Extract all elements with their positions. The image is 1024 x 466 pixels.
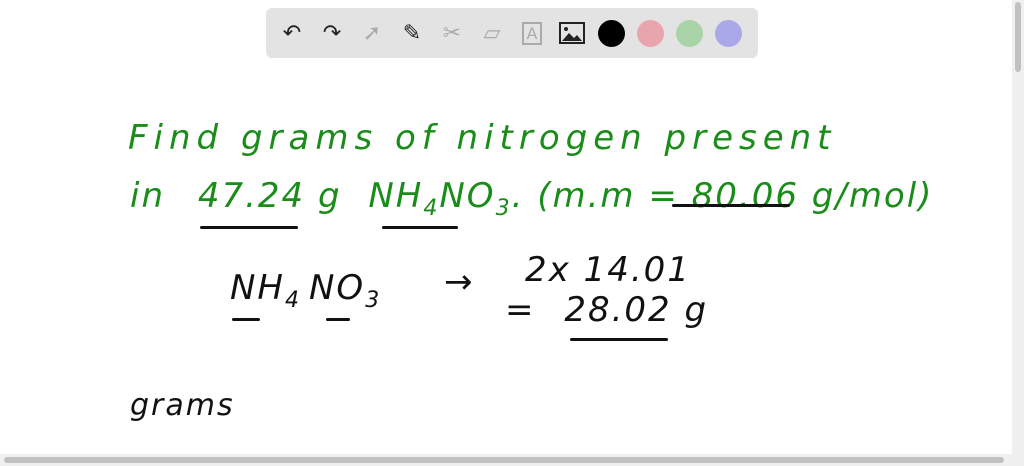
underline-mass <box>200 226 298 229</box>
equals: = <box>505 290 536 330</box>
text-unit: /mol) <box>835 176 934 216</box>
sub-3: 3 <box>495 195 512 221</box>
text-in: in <box>130 176 165 216</box>
underline-n2 <box>326 318 350 321</box>
text-nh: NH <box>368 176 424 216</box>
horizontal-scroll-thumb[interactable] <box>4 457 1004 463</box>
calc-line-1: 2x 14.01 <box>525 250 691 290</box>
nitrogen-mass: 28.02 <box>564 290 672 330</box>
underline-result <box>570 338 668 341</box>
bottom-text: grams <box>130 388 235 423</box>
underline-molar-mass <box>672 204 790 207</box>
molar-mass: 80.06 g <box>691 176 836 216</box>
underline-nh4 <box>382 226 458 229</box>
text-icon[interactable]: A <box>518 19 546 47</box>
unit-g: g <box>684 290 709 330</box>
text-mm: . (m.m = <box>511 176 679 216</box>
horizontal-scrollbar[interactable] <box>0 454 1024 466</box>
drawing-toolbar: ↶ ↷ ➚ ✎ ✂ ▱ A <box>266 8 758 58</box>
color-green-swatch[interactable] <box>676 19 703 47</box>
color-purple-swatch[interactable] <box>715 19 742 47</box>
formula-nh4no3: NH4 NO3 <box>230 268 381 313</box>
image-icon[interactable] <box>558 19 586 47</box>
color-pink-swatch[interactable] <box>637 19 664 47</box>
question-line-2: in 47.24 g NH4NO3. (m.m = 80.06 g/mol) <box>130 176 933 221</box>
vertical-scroll-thumb[interactable] <box>1015 2 1021 72</box>
undo-icon[interactable]: ↶ <box>278 19 306 47</box>
redo-icon[interactable]: ↷ <box>318 19 346 47</box>
formula-sub4: 4 <box>285 287 301 313</box>
text-no: NO <box>439 176 496 216</box>
underline-n1 <box>232 318 260 321</box>
given-mass: 47.24 <box>197 176 306 216</box>
text-g: g <box>317 176 342 216</box>
select-icon[interactable]: ➚ <box>358 19 386 47</box>
calc-line-2: = 28.02 g <box>505 290 708 330</box>
tools-icon[interactable]: ✂ <box>438 19 466 47</box>
eraser-icon[interactable]: ▱ <box>478 19 506 47</box>
arrow: → <box>444 262 475 302</box>
formula-nh: NH <box>230 268 285 308</box>
formula-sub3: 3 <box>365 287 382 313</box>
color-black-swatch[interactable] <box>598 19 625 47</box>
question-line-1: Find grams of nitrogen present <box>128 118 837 158</box>
pen-icon[interactable]: ✎ <box>398 19 426 47</box>
sub-4: 4 <box>423 195 440 221</box>
vertical-scrollbar[interactable] <box>1012 0 1024 454</box>
formula-no: NO <box>309 268 366 308</box>
